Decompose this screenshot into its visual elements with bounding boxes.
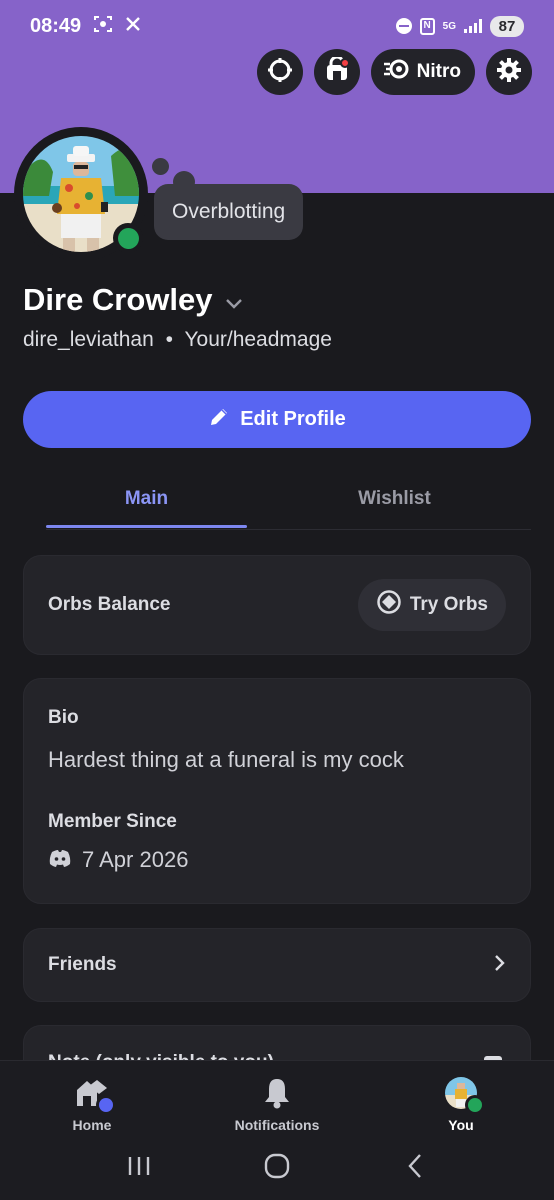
header-actions: Nitro — [256, 49, 532, 95]
edit-profile-label: Edit Profile — [240, 408, 346, 430]
online-status-indicator — [465, 1095, 485, 1115]
nfc-icon: N — [419, 17, 435, 35]
shop-notification-dot — [339, 58, 350, 68]
dnd-icon — [395, 18, 412, 34]
nav-notifications[interactable]: Notifications — [217, 1075, 337, 1133]
status-time: 08:49 — [30, 14, 82, 37]
orbs-icon — [267, 57, 293, 88]
bell-icon — [255, 1075, 299, 1111]
try-orbs-button[interactable]: Try Orbs — [357, 579, 506, 631]
nav-you-label: You — [448, 1117, 474, 1133]
circle-home-icon — [264, 1153, 290, 1184]
tab-wishlist-label: Wishlist — [358, 488, 431, 509]
display-name-row[interactable]: Dire Crowley — [23, 282, 243, 318]
nitro-button[interactable]: Nitro — [370, 49, 475, 95]
nitro-icon — [383, 58, 411, 86]
home-system-button[interactable] — [257, 1148, 297, 1188]
settings-button[interactable] — [486, 49, 532, 95]
display-name: Dire Crowley — [23, 282, 213, 317]
recents-button[interactable] — [119, 1148, 159, 1188]
tab-main-label: Main — [124, 488, 169, 509]
username: dire_leviathan — [23, 328, 154, 351]
gear-icon — [496, 57, 522, 88]
bio-text: Hardest thing at a funeral is my cock — [48, 747, 404, 772]
profile-tabs: Main Wishlist — [46, 470, 531, 530]
back-button[interactable] — [395, 1148, 435, 1188]
system-navigation — [0, 1140, 554, 1196]
battery-level: 87 — [490, 15, 524, 37]
separator: • — [165, 328, 173, 351]
tab-main[interactable]: Main — [46, 470, 247, 528]
status-bubble-dot — [152, 158, 169, 175]
home-icon — [70, 1075, 116, 1115]
network-type: 5G — [442, 20, 456, 32]
chevron-down-icon[interactable] — [225, 282, 243, 318]
pencil-icon — [208, 406, 230, 434]
orb-icon — [376, 589, 402, 621]
tabs-divider — [46, 529, 531, 530]
shop-button[interactable] — [313, 49, 360, 95]
friends-label: Friends — [48, 954, 117, 975]
bio-card: Bio Hardest thing at a funeral is my coc… — [23, 678, 531, 904]
member-since-date: 7 Apr 2026 — [82, 847, 189, 872]
home-unread-dot — [96, 1095, 116, 1115]
orbs-balance-card: Orbs Balance Try Orbs — [23, 555, 531, 655]
nitro-label: Nitro — [416, 61, 461, 82]
screenshot-icon — [93, 15, 113, 38]
nav-home[interactable]: Home — [32, 1075, 152, 1133]
chevron-right-icon — [494, 954, 506, 977]
orbs-button[interactable] — [256, 49, 303, 95]
member-since-label: Member Since — [48, 811, 177, 832]
x-icon — [125, 16, 141, 37]
username-row: dire_leviathan • Your/headmage — [23, 328, 332, 352]
edit-profile-button[interactable]: Edit Profile — [23, 391, 531, 448]
nav-home-label: Home — [72, 1117, 112, 1133]
friends-card[interactable]: Friends — [23, 928, 531, 1002]
nav-avatar-wrap — [439, 1075, 485, 1115]
nav-notifications-label: Notifications — [234, 1117, 320, 1133]
online-status-indicator — [113, 223, 143, 253]
back-icon — [407, 1153, 423, 1184]
pronouns: Your/headmage — [184, 328, 332, 351]
active-tab-indicator — [46, 525, 247, 528]
profile-avatar[interactable] — [14, 127, 148, 261]
custom-status-bubble[interactable]: Overblotting — [154, 184, 304, 240]
tab-wishlist[interactable]: Wishlist — [292, 470, 497, 528]
signal-icon — [464, 19, 482, 33]
bio-label: Bio — [48, 707, 79, 728]
nav-you[interactable]: You — [401, 1075, 521, 1133]
status-bar: 08:49 N 5G 87 — [0, 0, 554, 52]
try-orbs-label: Try Orbs — [409, 594, 488, 615]
custom-status-text: Overblotting — [172, 200, 286, 223]
discord-icon — [48, 847, 72, 873]
recents-icon — [127, 1155, 151, 1182]
orbs-balance-title: Orbs Balance — [48, 594, 171, 615]
member-since-row: 7 Apr 2026 — [48, 847, 506, 873]
